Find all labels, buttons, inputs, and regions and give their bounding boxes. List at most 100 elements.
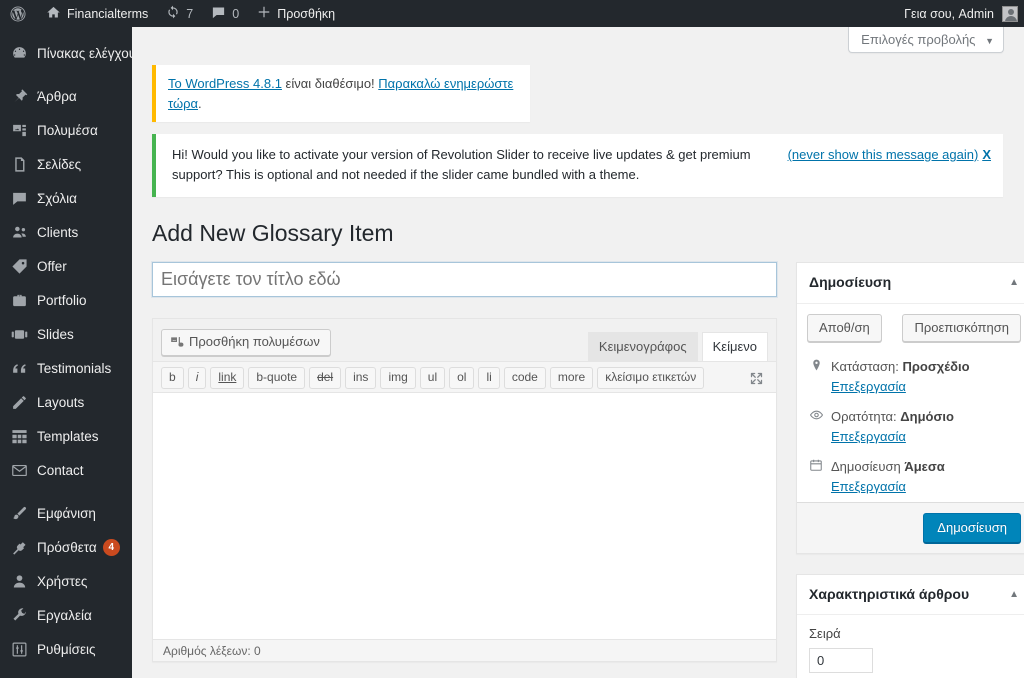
eye-icon <box>807 407 825 422</box>
close-icon[interactable]: X <box>982 147 991 162</box>
add-media-label: Προσθήκη πολυμέσων <box>189 334 320 350</box>
dashboard-icon <box>9 43 29 63</box>
quicktag-i[interactable]: i <box>187 367 207 390</box>
edit-status-link[interactable]: Επεξεργασία <box>831 379 906 394</box>
calendar-icon <box>807 457 825 472</box>
quicktag-li[interactable]: li <box>478 367 500 390</box>
sidebar-item-clients[interactable]: Clients <box>0 215 132 249</box>
post-schedule-value: Άμεσα <box>904 458 945 474</box>
save-draft-button[interactable]: Αποθ/ση <box>807 313 882 342</box>
wrench-icon <box>9 605 29 625</box>
post-content-editor[interactable] <box>153 393 776 640</box>
sidebar-item-media[interactable]: Πολυμέσα <box>0 113 132 147</box>
attributes-box-title: Χαρακτηριστικά άρθρου <box>809 585 970 602</box>
quicktag-img[interactable]: img <box>380 367 416 390</box>
attributes-box-header[interactable]: Χαρακτηριστικά άρθρου ▲ <box>797 575 1024 616</box>
sidebar-item-slides[interactable]: Slides <box>0 317 132 351</box>
new-content-label: Προσθήκη <box>277 6 336 21</box>
quicktag-b-quote[interactable]: b-quote <box>248 367 306 390</box>
update-notice-tail: . <box>198 95 202 111</box>
chevron-up-icon[interactable]: ▲ <box>1009 278 1019 288</box>
pin-marker-icon <box>807 357 825 372</box>
grid-icon <box>9 426 29 446</box>
sidebar-item-portfolio[interactable]: Portfolio <box>0 283 132 317</box>
preview-button[interactable]: Προεπισκόπηση <box>902 313 1021 342</box>
pin-icon <box>9 86 29 106</box>
sidebar-item-pages[interactable]: Σελίδες <box>0 147 132 181</box>
portfolio-icon <box>9 290 29 310</box>
sidebar-item-posts[interactable]: Άρθρα <box>0 79 132 113</box>
sidebar-item-offer[interactable]: Offer <box>0 249 132 283</box>
users-group-icon <box>9 222 29 242</box>
comments-menu[interactable]: 0 <box>202 0 248 27</box>
add-media-button[interactable]: Προσθήκη πολυμέσων <box>161 329 331 357</box>
quicktag-more[interactable]: more <box>549 367 594 390</box>
publish-button[interactable]: Δημοσίευση <box>923 512 1021 543</box>
sidebar-item-label: Πρόσθετα <box>37 539 97 555</box>
menu-order-input[interactable] <box>809 648 873 674</box>
quote-icon <box>9 358 29 378</box>
edit-visibility-link[interactable]: Επεξεργασία <box>831 429 906 444</box>
site-name-menu[interactable]: Financialterms <box>37 0 157 27</box>
quicktag-close-tags[interactable]: κλείσιμο ετικετών <box>597 367 705 390</box>
post-schedule-row: Δημοσίευση Άμεσα Επεξεργασία <box>797 452 1024 502</box>
sidebar-item-comments[interactable]: Σχόλια <box>0 181 132 215</box>
edit-schedule-link[interactable]: Επεξεργασία <box>831 479 906 494</box>
sidebar-item-appearance[interactable]: Εμφάνιση <box>0 496 132 530</box>
updates-menu[interactable]: 7 <box>157 0 202 27</box>
sidebar-item-label: Portfolio <box>37 292 87 308</box>
avatar[interactable] <box>1002 5 1018 22</box>
sidebar-item-plugins[interactable]: Πρόσθετα 4 <box>0 530 132 564</box>
appearance-brush-icon <box>9 503 29 523</box>
admin-sidebar-menu: Πίνακας ελέγχου Άρθρα Πολυμέσα Σελίδες Σ… <box>0 27 132 678</box>
fullscreen-expand-icon[interactable] <box>749 371 768 386</box>
sidebar-item-layouts[interactable]: Layouts <box>0 385 132 419</box>
quicktag-link[interactable]: link <box>210 367 245 390</box>
publish-postbox: Δημοσίευση ▲ Αποθ/ση Προεπισκόπηση Κατάσ… <box>796 262 1024 554</box>
quicktag-b[interactable]: b <box>161 367 184 390</box>
sidebar-item-tools[interactable]: Εργαλεία <box>0 598 132 632</box>
tag-icon <box>9 256 29 276</box>
sidebar-item-testimonials[interactable]: Testimonials <box>0 351 132 385</box>
admin-bar: Financialterms 7 0 Προσθήκη Γεια σου, Ad… <box>0 0 1024 27</box>
never-show-again-link[interactable]: (never show this message again) X <box>788 145 991 165</box>
publish-box-header[interactable]: Δημοσίευση ▲ <box>797 263 1024 304</box>
quicktag-ins[interactable]: ins <box>345 367 377 390</box>
tab-text-editor[interactable]: Κείμενο <box>701 332 768 362</box>
sidebar-item-label: Πολυμέσα <box>37 122 98 138</box>
sidebar-item-dashboard[interactable]: Πίνακας ελέγχου <box>0 36 132 70</box>
update-notice-middle: είναι διαθέσιμο! <box>281 76 379 91</box>
admin-bar-right: Γεια σου, Admin <box>904 5 1024 22</box>
quicktag-code[interactable]: code <box>503 367 546 390</box>
menu-separator <box>0 487 132 496</box>
post-schedule-text: Δημοσίευση Άμεσα Επεξεργασία <box>831 457 1021 497</box>
updates-icon <box>166 5 180 22</box>
sidebar-item-users[interactable]: Χρήστες <box>0 564 132 598</box>
quicktag-ol[interactable]: ol <box>449 367 475 390</box>
greeting-label[interactable]: Γεια σου, Admin <box>904 7 1002 21</box>
post-body-content: Προσθήκη πολυμέσων Κειμενογράφος Κείμενο… <box>152 262 777 678</box>
title-field-wrapper <box>152 262 777 298</box>
sidebar-item-label: Contact <box>37 462 84 478</box>
post-title-input[interactable] <box>152 262 777 298</box>
sidebar-item-settings[interactable]: Ρυθμίσεις <box>0 632 132 666</box>
sidebar-item-contact[interactable]: Contact <box>0 453 132 487</box>
screen-meta-links: Επιλογές προβολής ▼ <box>132 27 1024 60</box>
quicktag-del[interactable]: del <box>309 367 342 390</box>
wordpress-update-notice: Το WordPress 4.8.1 είναι διαθέσιμο! Παρα… <box>152 65 530 122</box>
sidebar-item-templates[interactable]: Templates <box>0 419 132 453</box>
chevron-up-icon[interactable]: ▲ <box>1009 589 1019 600</box>
submit-box: Αποθ/ση Προεπισκόπηση Κατάσταση: Προσχέδ… <box>797 304 1024 553</box>
envelope-icon <box>9 460 29 480</box>
major-publishing-actions: Δημοσίευση <box>797 501 1024 553</box>
sidebar-item-label: Άρθρα <box>37 88 77 104</box>
wp-version-link[interactable]: Το WordPress 4.8.1 <box>168 76 282 91</box>
pencil-icon <box>9 392 29 412</box>
wordpress-logo-button[interactable] <box>0 0 37 27</box>
media-add-icon <box>170 335 184 349</box>
tab-visual-editor[interactable]: Κειμενογράφος <box>587 332 698 362</box>
post-body: Προσθήκη πολυμέσων Κειμενογράφος Κείμενο… <box>132 262 1024 678</box>
quicktag-ul[interactable]: ul <box>419 367 446 390</box>
new-content-menu[interactable]: Προσθήκη <box>248 0 344 27</box>
screen-options-button[interactable]: Επιλογές προβολής ▼ <box>848 27 1004 53</box>
